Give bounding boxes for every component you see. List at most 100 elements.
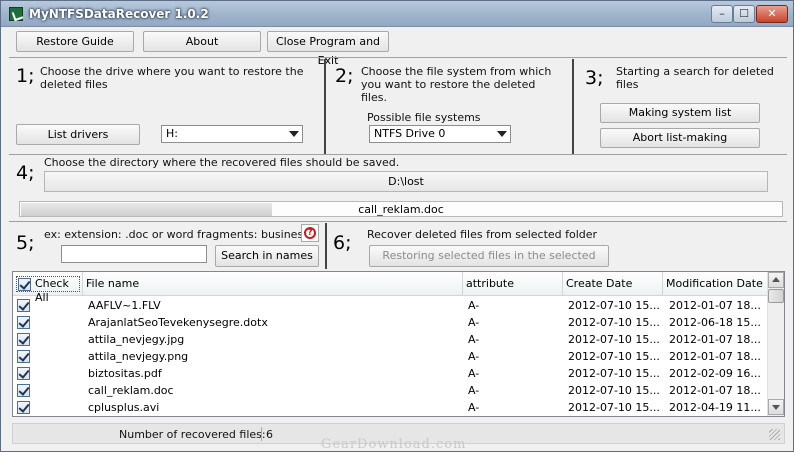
attribute-cell: A- — [468, 384, 480, 397]
restore-selected-button[interactable]: Restoring selected files in the selected… — [369, 245, 609, 282]
arrow-down-icon — [772, 405, 780, 410]
file-system-select[interactable]: NTFS Drive 0 — [369, 125, 511, 143]
step-divider-2 — [572, 59, 574, 154]
modified-date-cell: 2012-02-09 16... — [669, 367, 761, 380]
toolbar-divider — [9, 57, 787, 58]
step-divider-1 — [324, 59, 326, 154]
restore-guide-button[interactable]: Restore Guide — [16, 31, 134, 52]
row-checkbox[interactable] — [17, 333, 30, 346]
create-date-cell: 2012-07-10 15... — [568, 401, 660, 414]
window-title: MyNTFSDataRecover 1.0.2 — [29, 7, 209, 21]
file-name-cell: biztositas.pdf — [88, 367, 162, 380]
section-divider-1 — [9, 154, 787, 155]
minimize-button[interactable]: – — [711, 5, 733, 23]
col-modification-date[interactable]: Modification Date — [663, 272, 768, 296]
main-window: MyNTFSDataRecover 1.0.2 – ☐ ✕ Restore Gu… — [0, 0, 794, 452]
row-checkbox[interactable] — [17, 401, 30, 414]
create-date-cell: 2012-07-10 15... — [568, 384, 660, 397]
file-name-cell: cplusplus.avi — [88, 401, 160, 414]
row-checkbox[interactable] — [17, 316, 30, 329]
step6-text: Recover deleted files from selected fold… — [367, 228, 598, 241]
table-row[interactable]: attila_nevjegy.jpg A- 2012-07-10 15... 2… — [13, 331, 768, 348]
drive-select[interactable]: H: — [161, 125, 303, 143]
file-name-cell: AAFLV~1.FLV — [88, 299, 161, 312]
modified-date-cell: 2012-01-07 18... — [669, 299, 761, 312]
file-name-cell: attila_nevjegy.png — [88, 350, 189, 363]
file-name-cell: ArajanlatSeoTevekenysegre.dotx — [88, 316, 268, 329]
progress-bar: call_reklam.doc — [19, 201, 783, 217]
step3-number: 3; — [585, 67, 604, 89]
step5-number: 5; — [16, 232, 35, 254]
directory-select-button[interactable]: D:\lost — [44, 171, 768, 192]
row-checkbox[interactable] — [17, 367, 30, 380]
list-drivers-button[interactable]: List drivers — [16, 124, 140, 145]
file-table: Check All File name attribute Create Dat… — [12, 271, 785, 417]
col-check-all[interactable]: Check All — [13, 272, 83, 304]
chevron-down-icon — [497, 131, 507, 137]
attribute-cell: A- — [468, 350, 480, 363]
modified-date-cell: 2012-06-18 15... — [669, 316, 761, 329]
col-attribute[interactable]: attribute — [463, 272, 563, 296]
create-date-cell: 2012-07-10 15... — [568, 350, 660, 363]
file-system-value: NTFS Drive 0 — [374, 127, 446, 140]
col-create-date[interactable]: Create Date — [563, 272, 663, 296]
making-system-list-button[interactable]: Making system list — [600, 103, 760, 123]
scroll-thumb[interactable] — [768, 289, 784, 303]
fs-label: Possible file systems — [367, 111, 481, 124]
modified-date-cell: 2012-01-07 18... — [669, 350, 761, 363]
check-all-label[interactable]: Check All — [16, 276, 80, 304]
step4-text: Choose the directory where the recovered… — [44, 156, 400, 169]
table-row[interactable]: AAFLV~1.FLV A- 2012-07-10 15... 2012-01-… — [13, 297, 768, 314]
create-date-cell: 2012-07-10 15... — [568, 316, 660, 329]
step3-text: Starting a search for deleted files — [616, 65, 774, 91]
step-divider-3 — [325, 223, 327, 269]
close-button[interactable]: ✕ — [756, 5, 788, 23]
step2-text: Choose the file system from which you wa… — [361, 65, 552, 104]
scroll-up-button[interactable] — [768, 272, 784, 288]
step2-number: 2; — [335, 65, 354, 87]
help-icon[interactable]: ? — [301, 224, 319, 242]
table-row[interactable]: attila_nevjegy.png A- 2012-07-10 15... 2… — [13, 348, 768, 365]
row-checkbox[interactable] — [17, 384, 30, 397]
modified-date-cell: 2012-04-19 11... — [669, 401, 761, 414]
search-input[interactable] — [61, 245, 207, 263]
vertical-scrollbar[interactable] — [767, 272, 784, 416]
table-row[interactable]: cplusplus.avi A- 2012-07-10 15... 2012-0… — [13, 399, 768, 416]
row-checkbox[interactable] — [17, 299, 30, 312]
recovered-count-value: 6 — [266, 428, 273, 441]
create-date-cell: 2012-07-10 15... — [568, 299, 660, 312]
row-checkbox[interactable] — [17, 350, 30, 363]
abort-list-button[interactable]: Abort list-making — [600, 128, 760, 148]
about-button[interactable]: About — [143, 31, 261, 52]
scroll-down-button[interactable] — [768, 399, 784, 415]
step1-text: Choose the drive where you want to resto… — [40, 65, 304, 91]
close-program-button[interactable]: Close Program and Exit — [267, 31, 389, 67]
attribute-cell: A- — [468, 299, 480, 312]
resize-grip-icon[interactable] — [769, 429, 780, 440]
attribute-cell: A- — [468, 333, 480, 346]
col-file-name[interactable]: File name — [83, 272, 463, 296]
chevron-down-icon — [289, 131, 299, 137]
progress-label: call_reklam.doc — [358, 203, 444, 216]
table-row[interactable]: biztositas.pdf A- 2012-07-10 15... 2012-… — [13, 365, 768, 382]
table-row[interactable]: call_reklam.doc A- 2012-07-10 15... 2012… — [13, 382, 768, 399]
maximize-button[interactable]: ☐ — [733, 5, 755, 23]
attribute-cell: A- — [468, 367, 480, 380]
table-header: Check All File name attribute Create Dat… — [13, 272, 768, 304]
search-in-names-button[interactable]: Search in names — [215, 245, 319, 267]
attribute-cell: A- — [468, 316, 480, 329]
arrow-up-icon — [772, 277, 780, 282]
app-icon — [9, 7, 23, 21]
attribute-cell: A- — [468, 401, 480, 414]
file-name-cell: call_reklam.doc — [88, 384, 174, 397]
title-bar[interactable]: MyNTFSDataRecover 1.0.2 – ☐ ✕ — [1, 1, 793, 27]
file-name-cell: attila_nevjegy.jpg — [88, 333, 185, 346]
step6-number: 6; — [333, 232, 352, 254]
step1-number: 1; — [16, 65, 35, 87]
recovered-count-label: Number of recovered files: — [119, 428, 266, 441]
toolbar: Restore Guide About Close Program and Ex… — [9, 29, 785, 67]
table-row[interactable]: ArajanlatSeoTevekenysegre.dotx A- 2012-0… — [13, 314, 768, 331]
status-divider — [261, 427, 262, 441]
section-divider-2 — [9, 221, 787, 222]
modified-date-cell: 2012-01-07 18... — [669, 384, 761, 397]
